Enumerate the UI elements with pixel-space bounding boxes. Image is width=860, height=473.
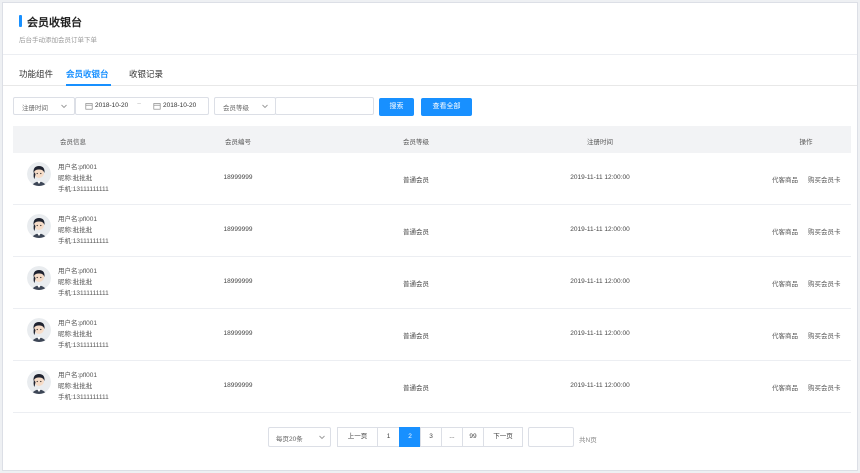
member-level-value: 会员等级 [223, 105, 249, 112]
member-username: 用户名:pfl001 [58, 372, 98, 379]
table-row: 用户名:pfl001 昵称:批批批 手机:13111111111 1899999… [13, 257, 851, 309]
tab-member-cashier[interactable]: 会员收银台 [66, 68, 109, 80]
registered-time: 2019-11-11 12:00:00 [570, 226, 630, 233]
member-level: 普通会员 [403, 333, 429, 340]
member-username: 用户名:pfl001 [58, 216, 98, 223]
member-username: 用户名:pfl001 [58, 268, 98, 275]
avatar [27, 162, 51, 186]
member-nickname: 昵称:批批批 [58, 175, 93, 182]
member-nickname: 昵称:批批批 [58, 279, 93, 286]
page-ellipsis: ... [441, 427, 463, 447]
table-row: 用户名:pfl001 昵称:批批批 手机:13111111111 1899999… [13, 153, 851, 205]
proxy-order-link[interactable]: 代客商品 [772, 278, 798, 288]
chevron-down-icon [319, 435, 325, 440]
registered-time: 2019-11-11 12:00:00 [570, 174, 630, 181]
column-registered-time: 注册时间 [587, 139, 613, 146]
title-accent-bar [19, 15, 22, 27]
buy-card-link[interactable]: 购买会员卡 [808, 226, 841, 236]
member-number: 18999999 [223, 174, 253, 181]
member-number: 18999999 [223, 330, 253, 337]
member-nickname: 昵称:批批批 [58, 383, 93, 390]
date-end: 2018-10-20 [163, 102, 197, 109]
buy-card-link[interactable]: 购买会员卡 [808, 382, 841, 392]
avatar [27, 370, 51, 394]
chevron-down-icon [61, 104, 67, 109]
date-range-picker[interactable]: 2018-10-20 ~ 2018-10-20 [75, 97, 209, 115]
table-header: 会员信息 会员编号 会员等级 注册时间 操作 [13, 126, 851, 153]
app-frame: 会员收银台 后台手动添加会员订单下单 功能组件 会员收银台 收银记录 注册时间 … [2, 2, 858, 471]
buy-card-link[interactable]: 购买会员卡 [808, 174, 841, 184]
page-button-99[interactable]: 99 [462, 427, 484, 447]
page-button-2[interactable]: 2 [399, 427, 421, 447]
member-phone: 手机:13111111111 [58, 290, 109, 297]
column-member-no: 会员编号 [225, 139, 251, 146]
tab-components[interactable]: 功能组件 [19, 68, 53, 80]
avatar [27, 214, 51, 238]
date-separator: ~ [137, 101, 142, 108]
member-phone: 手机:13111111111 [58, 342, 109, 349]
page-size-select[interactable]: 每页20条 [268, 427, 331, 447]
page-title: 会员收银台 [27, 17, 82, 29]
member-level: 普通会员 [403, 281, 429, 288]
member-nickname: 昵称:批批批 [58, 227, 93, 234]
active-tab-indicator [66, 84, 111, 86]
proxy-order-link[interactable]: 代客商品 [772, 382, 798, 392]
page-jump-input[interactable] [528, 427, 574, 447]
proxy-order-link[interactable]: 代客商品 [772, 174, 798, 184]
page-button-3[interactable]: 3 [420, 427, 442, 447]
total-pages: 共N页 [579, 437, 597, 444]
next-page-button[interactable]: 下一页 [483, 427, 523, 447]
tab-cashier-records[interactable]: 收银记录 [129, 68, 163, 80]
member-username: 用户名:pfl001 [58, 320, 98, 327]
registered-time: 2019-11-11 12:00:00 [570, 330, 630, 337]
avatar [27, 266, 51, 290]
member-number: 18999999 [223, 226, 253, 233]
chevron-down-icon [262, 104, 268, 109]
keyword-input[interactable] [275, 97, 374, 115]
table-row: 用户名:pfl001 昵称:批批批 手机:13111111111 1899999… [13, 309, 851, 361]
avatar [27, 318, 51, 342]
registered-time: 2019-11-11 12:00:00 [570, 382, 630, 389]
prev-page-button[interactable]: 上一页 [337, 427, 378, 447]
member-phone: 手机:13111111111 [58, 394, 109, 401]
page-header: 会员收银台 后台手动添加会员订单下单 [3, 3, 857, 55]
member-number: 18999999 [223, 382, 253, 389]
proxy-order-link[interactable]: 代客商品 [772, 330, 798, 340]
buy-card-link[interactable]: 购买会员卡 [808, 330, 841, 340]
date-type-value: 注册时间 [22, 105, 48, 112]
column-member-level: 会员等级 [403, 139, 429, 146]
tab-bar: 功能组件 会员收银台 收银记录 [3, 58, 857, 86]
column-actions: 操作 [799, 139, 813, 146]
page-button-1[interactable]: 1 [377, 427, 400, 447]
member-phone: 手机:13111111111 [58, 186, 109, 193]
calendar-icon [85, 103, 93, 110]
member-level-select[interactable]: 会员等级 [214, 97, 276, 115]
date-type-select[interactable]: 注册时间 [13, 97, 75, 115]
buy-card-link[interactable]: 购买会员卡 [808, 278, 841, 288]
member-phone: 手机:13111111111 [58, 238, 109, 245]
column-member-info: 会员信息 [60, 139, 86, 146]
member-level: 普通会员 [403, 229, 429, 236]
registered-time: 2019-11-11 12:00:00 [570, 278, 630, 285]
member-number: 18999999 [223, 278, 253, 285]
view-all-button[interactable]: 查看全部 [421, 98, 472, 116]
table-row: 用户名:pfl001 昵称:批批批 手机:13111111111 1899999… [13, 361, 851, 413]
page-subtitle: 后台手动添加会员订单下单 [19, 37, 97, 44]
search-button[interactable]: 搜索 [379, 98, 414, 116]
proxy-order-link[interactable]: 代客商品 [772, 226, 798, 236]
member-level: 普通会员 [403, 177, 429, 184]
table-row: 用户名:pfl001 昵称:批批批 手机:13111111111 1899999… [13, 205, 851, 257]
calendar-icon [153, 103, 161, 110]
member-nickname: 昵称:批批批 [58, 331, 93, 338]
member-username: 用户名:pfl001 [58, 164, 98, 171]
date-start: 2018-10-20 [95, 102, 129, 109]
page-size-value: 每页20条 [276, 436, 303, 443]
member-level: 普通会员 [403, 385, 429, 392]
